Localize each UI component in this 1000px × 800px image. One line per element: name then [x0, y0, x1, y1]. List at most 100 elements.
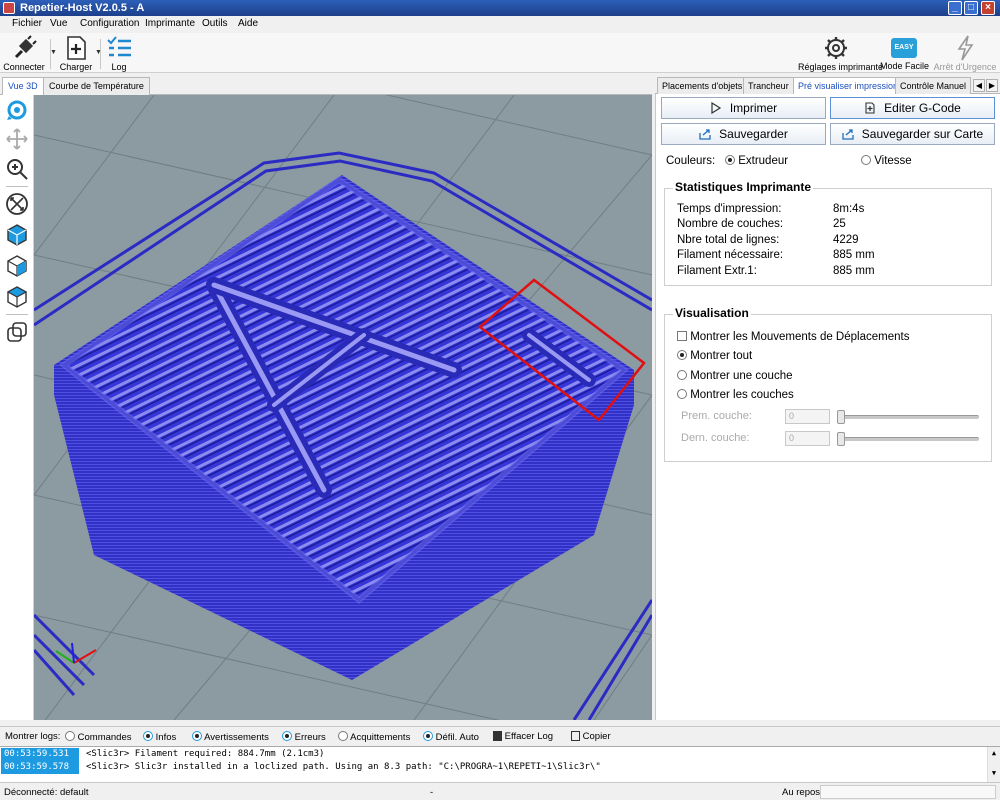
cube-top-icon[interactable]: [5, 285, 29, 309]
tab-print-preview[interactable]: Pré visualiser impression: [793, 77, 904, 95]
scroll-down-icon[interactable]: ▼: [988, 769, 1000, 777]
radio-icon: [143, 731, 153, 741]
fit-view-icon[interactable]: [5, 192, 29, 216]
log-timestamp: 00:53:59.578: [1, 761, 79, 774]
log-output[interactable]: 00:53:59.531 <Slic3r> Filament required:…: [0, 746, 1000, 783]
tab-temperature-curve[interactable]: Courbe de Température: [43, 77, 150, 95]
log-filter-acks-label: Acquittements: [350, 732, 411, 743]
status-middle: -: [430, 787, 434, 798]
connect-label: Connecter: [3, 62, 45, 72]
connection-status: Déconnecté: default: [4, 787, 89, 798]
show-layers-label: Montrer les couches: [690, 389, 794, 401]
menu-view[interactable]: Vue: [50, 18, 67, 29]
play-icon: [711, 102, 721, 114]
zoom-icon[interactable]: [5, 157, 29, 181]
tab-slicer[interactable]: Trancheur: [743, 77, 794, 94]
log-autoscroll-label: Défil. Auto: [435, 732, 479, 743]
add-file-icon: [67, 36, 86, 60]
save-label: Sauvegarder: [719, 127, 788, 141]
printer-state: Au repos: [782, 787, 821, 798]
rotate-icon[interactable]: [5, 98, 29, 122]
scroll-up-icon[interactable]: ▲: [988, 749, 1000, 757]
menu-tools[interactable]: Outils: [202, 18, 228, 29]
radio-icon: [677, 370, 687, 380]
first-layer-spinner[interactable]: 0: [785, 409, 830, 424]
easy-badge-icon: EASY: [891, 38, 917, 58]
toolbar-separator: [100, 39, 101, 69]
menu-printer[interactable]: Imprimante: [145, 18, 195, 29]
stats-title: Statistiques Imprimante: [673, 180, 814, 194]
log-filter-infos[interactable]: Infos: [143, 731, 176, 743]
color-extruder-label: Extrudeur: [738, 155, 789, 167]
copy-log-button[interactable]: Copier: [571, 731, 611, 742]
gcode-preview-render: [34, 95, 652, 720]
log-timestamp: 00:53:59.531: [1, 748, 79, 761]
clear-log-button[interactable]: Effacer Log: [493, 731, 553, 742]
log-message: <Slic3r> Slic3r installed in a loclized …: [86, 762, 601, 772]
show-one-layer-option[interactable]: Montrer une couche: [677, 370, 793, 382]
connect-dropdown-icon[interactable]: ▼: [50, 49, 57, 56]
connect-button[interactable]: Connecter: [2, 35, 46, 72]
tab-manual-control[interactable]: Contrôle Manuel: [895, 77, 972, 94]
window-title: Repetier-Host V2.0.5 - A: [20, 2, 145, 14]
show-travel-checkbox[interactable]: Montrer les Mouvements de Déplacements: [677, 331, 909, 343]
tab-scroll-right-icon[interactable]: ▶: [986, 79, 998, 92]
first-layer-slider-thumb[interactable]: [837, 410, 845, 424]
log-button[interactable]: Log: [104, 35, 134, 72]
lightning-icon: [957, 35, 974, 61]
printer-settings-button[interactable]: Réglages imprimante: [798, 35, 883, 72]
visualisation-title: Visualisation: [673, 306, 751, 320]
menu-configuration[interactable]: Configuration: [80, 18, 139, 29]
tab-scroll-left-icon[interactable]: ◀: [973, 79, 985, 92]
log-filter-acks[interactable]: Acquittements: [338, 731, 410, 743]
radio-icon: [192, 731, 202, 741]
plug-icon: [14, 35, 37, 59]
stat-lines-label: Nbre total de lignes:: [677, 234, 780, 246]
log-filter-warnings[interactable]: Avertissements: [192, 731, 269, 743]
colors-label: Couleurs:: [666, 155, 716, 167]
edit-gcode-button[interactable]: Editer G-Code: [830, 97, 995, 119]
stat-filament-extr1-value: 885 mm: [833, 265, 875, 277]
cube-side-icon[interactable]: [5, 254, 29, 278]
log-autoscroll[interactable]: Défil. Auto: [423, 731, 479, 743]
easy-mode-button[interactable]: EASY Mode Facile: [880, 35, 929, 71]
close-button[interactable]: ×: [981, 1, 995, 15]
radio-icon: [861, 155, 871, 165]
save-to-card-button[interactable]: Sauvegarder sur Carte: [830, 123, 995, 145]
tab-object-placement[interactable]: Placements d'objets: [657, 77, 748, 94]
last-layer-slider-thumb[interactable]: [837, 432, 845, 446]
menu-help[interactable]: Aide: [238, 18, 258, 29]
status-bar: Déconnecté: default - Au repos: [0, 782, 1000, 800]
view-toolbar: [0, 95, 34, 720]
last-layer-spinner[interactable]: 0: [785, 431, 830, 446]
log-filter-warnings-label: Avertissements: [204, 732, 269, 743]
log-filter-errors[interactable]: Erreurs: [282, 731, 326, 743]
load-button[interactable]: Charger: [58, 35, 94, 72]
print-button[interactable]: Imprimer: [661, 97, 826, 119]
minimize-button[interactable]: _: [948, 1, 962, 15]
log-scrollbar[interactable]: ▲ ▼: [987, 747, 1000, 783]
stat-filament-label: Filament nécessaire:: [677, 249, 784, 261]
move-icon[interactable]: [5, 127, 29, 151]
progress-box: [820, 785, 996, 799]
color-extruder-option[interactable]: Extrudeur: [725, 155, 788, 167]
first-layer-slider[interactable]: [837, 415, 979, 419]
checkbox-icon: [677, 331, 687, 341]
print-preview-panel: Imprimer Editer G-Code Sauvegarder Sauve…: [655, 94, 1000, 720]
save-button[interactable]: Sauvegarder: [661, 123, 826, 145]
last-layer-slider[interactable]: [837, 437, 979, 441]
maximize-button[interactable]: □: [964, 1, 978, 15]
cube-front-icon[interactable]: [5, 223, 29, 247]
3d-viewport[interactable]: [34, 95, 652, 720]
parallel-view-icon[interactable]: [5, 320, 29, 344]
radio-icon: [677, 350, 687, 360]
show-all-option[interactable]: Montrer tout: [677, 350, 752, 362]
show-layers-option[interactable]: Montrer les couches: [677, 389, 794, 401]
emergency-stop-button[interactable]: Arrêt d'Urgence: [932, 35, 998, 72]
export-icon: [699, 129, 711, 140]
menu-file[interactable]: Fichier: [12, 18, 42, 29]
log-filter-commands[interactable]: Commandes: [65, 731, 132, 743]
tab-3d-view[interactable]: Vue 3D: [2, 77, 44, 96]
color-speed-option[interactable]: Vitesse: [861, 155, 912, 167]
log-filter-label: Montrer logs:: [5, 731, 61, 742]
